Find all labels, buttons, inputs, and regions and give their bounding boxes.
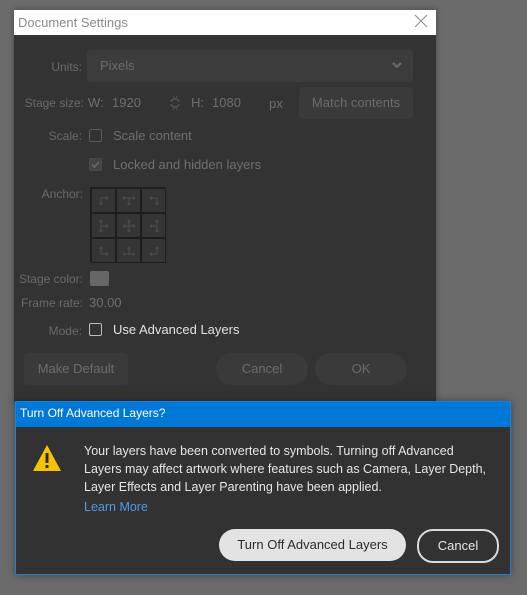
match-contents-button[interactable]: Match contents (299, 87, 413, 119)
width-field[interactable]: 1920 (112, 95, 141, 110)
arrow-icon (98, 195, 108, 205)
make-default-button[interactable]: Make Default (24, 353, 128, 385)
arrow-icon (122, 195, 135, 205)
units-label: Units: (51, 60, 82, 74)
arrow-icon (149, 246, 159, 256)
frame-rate-label: Frame rate: (20, 296, 83, 310)
link-constrain-icon[interactable] (168, 95, 182, 116)
unit-label: px (269, 96, 283, 111)
learn-more-link[interactable]: Learn More (84, 498, 148, 516)
height-field[interactable]: 1080 (212, 95, 241, 110)
advanced-layers-checkbox[interactable] (89, 323, 102, 336)
arrow-icon (149, 219, 159, 232)
anchor-top-center[interactable] (116, 188, 141, 213)
alert-title: Turn Off Advanced Layers? (20, 406, 166, 420)
alert-cancel-button[interactable]: Cancel (417, 529, 499, 563)
document-settings-dialog: Document Settings Units: Pixels Stage si… (14, 10, 436, 402)
units-value: Pixels (100, 58, 135, 73)
warning-icon (32, 444, 62, 472)
advanced-layers-label: Use Advanced Layers (113, 322, 240, 337)
anchor-bottom-center[interactable] (116, 238, 141, 263)
anchor-middle-right[interactable] (141, 213, 166, 238)
locked-hidden-layers-label: Locked and hidden layers (113, 157, 262, 172)
cancel-button[interactable]: Cancel (216, 353, 308, 385)
scale-label: Scale: (48, 129, 82, 143)
arrow-icon (98, 246, 108, 256)
anchor-bottom-right[interactable] (141, 238, 166, 263)
turn-off-advanced-layers-button[interactable]: Turn Off Advanced Layers (219, 529, 406, 561)
anchor-top-left[interactable] (91, 188, 116, 213)
width-label: W: (88, 95, 104, 110)
alert-message-block: Your layers have been converted to symbo… (84, 442, 494, 516)
dialog-title-bar: Document Settings (14, 10, 436, 35)
stage-color-label: Stage color: (18, 272, 83, 286)
stage-color-swatch[interactable] (90, 271, 109, 286)
anchor-label: Anchor: (41, 187, 83, 201)
scale-content-label: Scale content (113, 128, 192, 143)
anchor-grid (90, 187, 166, 263)
turn-off-advanced-layers-dialog: Turn Off Advanced Layers? Your layers ha… (15, 401, 511, 575)
anchor-top-right[interactable] (141, 188, 166, 213)
mode-label: Mode: (48, 324, 82, 338)
arrow-icon (122, 219, 135, 232)
alert-message: Your layers have been converted to symbo… (84, 444, 487, 494)
stage-size-label: Stage size: (24, 96, 84, 110)
close-icon[interactable] (412, 13, 430, 31)
frame-rate-field[interactable]: 30.00 (89, 295, 122, 310)
anchor-bottom-left[interactable] (91, 238, 116, 263)
locked-hidden-layers-checkbox[interactable] (89, 158, 102, 171)
scale-content-checkbox[interactable] (89, 129, 102, 142)
arrow-icon (149, 195, 159, 205)
height-label: H: (191, 95, 204, 110)
arrow-icon (98, 219, 108, 232)
anchor-middle-left[interactable] (91, 213, 116, 238)
chevron-down-icon (391, 58, 403, 70)
anchor-center[interactable] (116, 213, 141, 238)
alert-title-bar: Turn Off Advanced Layers? (16, 402, 510, 427)
dialog-title: Document Settings (18, 15, 128, 30)
units-dropdown[interactable]: Pixels (87, 50, 413, 82)
arrow-icon (122, 246, 135, 256)
ok-button[interactable]: OK (315, 353, 407, 385)
